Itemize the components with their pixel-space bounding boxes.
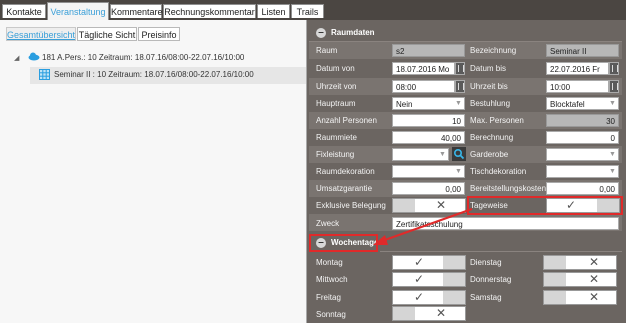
- label-mittwoch: Mittwoch: [316, 275, 348, 284]
- calendar-icon[interactable]: [455, 62, 465, 75]
- label-umsatzgarantie: Umsatzgarantie: [316, 184, 373, 193]
- search-icon[interactable]: [452, 147, 466, 161]
- fixleistung-select[interactable]: ▼: [392, 148, 449, 161]
- cross-icon: ✕: [588, 290, 600, 304]
- label-samstag: Samstag: [470, 293, 502, 302]
- bezeichnung-field: Seminar II: [546, 44, 619, 57]
- label-garderobe: Garderobe: [470, 150, 509, 159]
- label-raum: Raum: [316, 46, 338, 55]
- uhrzeit-bis-input[interactable]: 10:00: [546, 80, 609, 93]
- bestuhlung-select[interactable]: Blocktafel ▼: [546, 97, 619, 110]
- berechnung-input[interactable]: 0: [546, 131, 619, 144]
- umsatzgarantie-input[interactable]: 0,00: [392, 182, 465, 195]
- time-picker-icon[interactable]: [455, 80, 465, 93]
- toggle-knob: [544, 256, 566, 269]
- datum-von-input[interactable]: 18.07.2016 Mo: [392, 62, 455, 75]
- donnerstag-toggle[interactable]: ✕: [543, 272, 617, 287]
- label-sonntag: Sonntag: [316, 310, 346, 319]
- divider: [380, 251, 622, 252]
- label-hauptraum: Hauptraum: [316, 99, 356, 108]
- highlight-box-wochentage: [309, 234, 378, 252]
- tab-listen[interactable]: Listen: [257, 4, 290, 18]
- tab-rechnungskommentar[interactable]: Rechnungskommentar: [163, 4, 256, 18]
- main-tab-bar: Kontakte Veranstaltung Kommentare Rechnu…: [0, 0, 626, 20]
- label-montag: Montag: [316, 258, 343, 267]
- overview-panel: Gesamtübersicht Tägliche Sicht Preisinfo…: [0, 20, 307, 323]
- checkmark-icon: ✓: [413, 290, 425, 304]
- tab-kontakte[interactable]: Kontakte: [2, 4, 46, 18]
- montag-toggle[interactable]: ✓: [392, 255, 466, 270]
- label-uhrzeit-bis: Uhrzeit bis: [470, 82, 508, 91]
- uhrzeit-von-input[interactable]: 08:00: [392, 80, 455, 93]
- chevron-down-icon: ▼: [455, 168, 462, 175]
- label-zweck: Zweck: [316, 219, 340, 228]
- mittwoch-toggle[interactable]: ✓: [392, 272, 466, 287]
- raum-field: s2: [392, 44, 465, 57]
- tab-trails[interactable]: Trails: [291, 4, 324, 18]
- cross-icon: ✕: [588, 255, 600, 269]
- label-anzahl-personen: Anzahl Personen: [316, 116, 377, 125]
- cross-icon: ✕: [435, 306, 447, 320]
- collapse-icon[interactable]: –: [316, 28, 326, 38]
- collapse-triangle-icon[interactable]: ◢: [14, 54, 19, 62]
- label-dienstag: Dienstag: [470, 258, 502, 267]
- freitag-toggle[interactable]: ✓: [392, 290, 466, 305]
- subtab-preisinfo[interactable]: Preisinfo: [138, 27, 180, 41]
- label-berechnung: Berechnung: [470, 133, 514, 142]
- toggle-knob: [443, 256, 465, 269]
- raummiete-input[interactable]: 40,00: [392, 131, 465, 144]
- calendar-icon[interactable]: [609, 62, 619, 75]
- raumdekoration-select[interactable]: ▼: [392, 165, 465, 178]
- raumdaten-section-header[interactable]: – Raumdaten: [313, 26, 621, 40]
- subtab-gesamtuebersicht[interactable]: Gesamtübersicht: [6, 27, 76, 41]
- hauptraum-select[interactable]: Nein ▼: [392, 97, 465, 110]
- label-datum-von: Datum von: [316, 64, 355, 73]
- time-picker-icon[interactable]: [609, 80, 619, 93]
- toggle-knob: [544, 291, 566, 304]
- tree-child-label: Seminar II : 10 Zeitraum: 18.07.16/08:00…: [54, 70, 254, 79]
- tischdekoration-select[interactable]: ▼: [546, 165, 619, 178]
- label-donnerstag: Donnerstag: [470, 275, 512, 284]
- subtab-taegliche-sicht[interactable]: Tägliche Sicht: [77, 27, 137, 41]
- checkmark-icon: ✓: [413, 255, 425, 269]
- label-raummiete: Raummiete: [316, 133, 357, 142]
- toggle-knob: [443, 291, 465, 304]
- anzahl-personen-input[interactable]: 10: [392, 114, 465, 127]
- chevron-down-icon: ▼: [609, 151, 616, 158]
- sonntag-toggle[interactable]: ✕: [392, 306, 466, 321]
- toggle-knob: [443, 273, 465, 286]
- toggle-knob: [393, 307, 415, 320]
- chevron-down-icon: ▼: [609, 100, 616, 107]
- chevron-down-icon: ▼: [439, 151, 446, 158]
- label-raumdekoration: Raumdekoration: [316, 167, 375, 176]
- cross-icon: ✕: [588, 272, 600, 286]
- highlight-box-tageweise: [467, 196, 623, 215]
- label-max-personen: Max. Personen: [470, 116, 524, 125]
- datum-bis-input[interactable]: 22.07.2016 Fr: [546, 62, 609, 75]
- chevron-down-icon: ▼: [455, 100, 462, 107]
- samstag-toggle[interactable]: ✕: [543, 290, 617, 305]
- annotation-arrow: [373, 208, 473, 245]
- tab-veranstaltung[interactable]: Veranstaltung: [47, 2, 109, 20]
- label-datum-bis: Datum bis: [470, 64, 507, 73]
- label-bereitstellungskosten: Bereitstellungskosten: [470, 184, 547, 193]
- cloud-icon: [28, 52, 40, 61]
- dienstag-toggle[interactable]: ✕: [543, 255, 617, 270]
- tab-kommentare[interactable]: Kommentare: [110, 4, 163, 18]
- label-uhrzeit-von: Uhrzeit von: [316, 82, 357, 91]
- grid-icon: [39, 69, 50, 80]
- label-bezeichnung: Bezeichnung: [470, 46, 517, 55]
- bereitstellungskosten-input[interactable]: 0,00: [546, 182, 619, 195]
- label-fixleistung: Fixleistung: [316, 150, 355, 159]
- toggle-knob: [544, 273, 566, 286]
- label-freitag: Freitag: [316, 293, 341, 302]
- label-tischdekoration: Tischdekoration: [470, 167, 527, 176]
- label-bestuhlung: Bestuhlung: [470, 99, 511, 108]
- garderobe-select[interactable]: ▼: [546, 148, 619, 161]
- max-personen-field: 30: [546, 114, 619, 127]
- checkmark-icon: ✓: [413, 272, 425, 286]
- chevron-down-icon: ▼: [609, 168, 616, 175]
- tree-root-item[interactable]: 181 A.Pers.: 10 Zeitraum: 18.07.16/08:00…: [42, 53, 244, 62]
